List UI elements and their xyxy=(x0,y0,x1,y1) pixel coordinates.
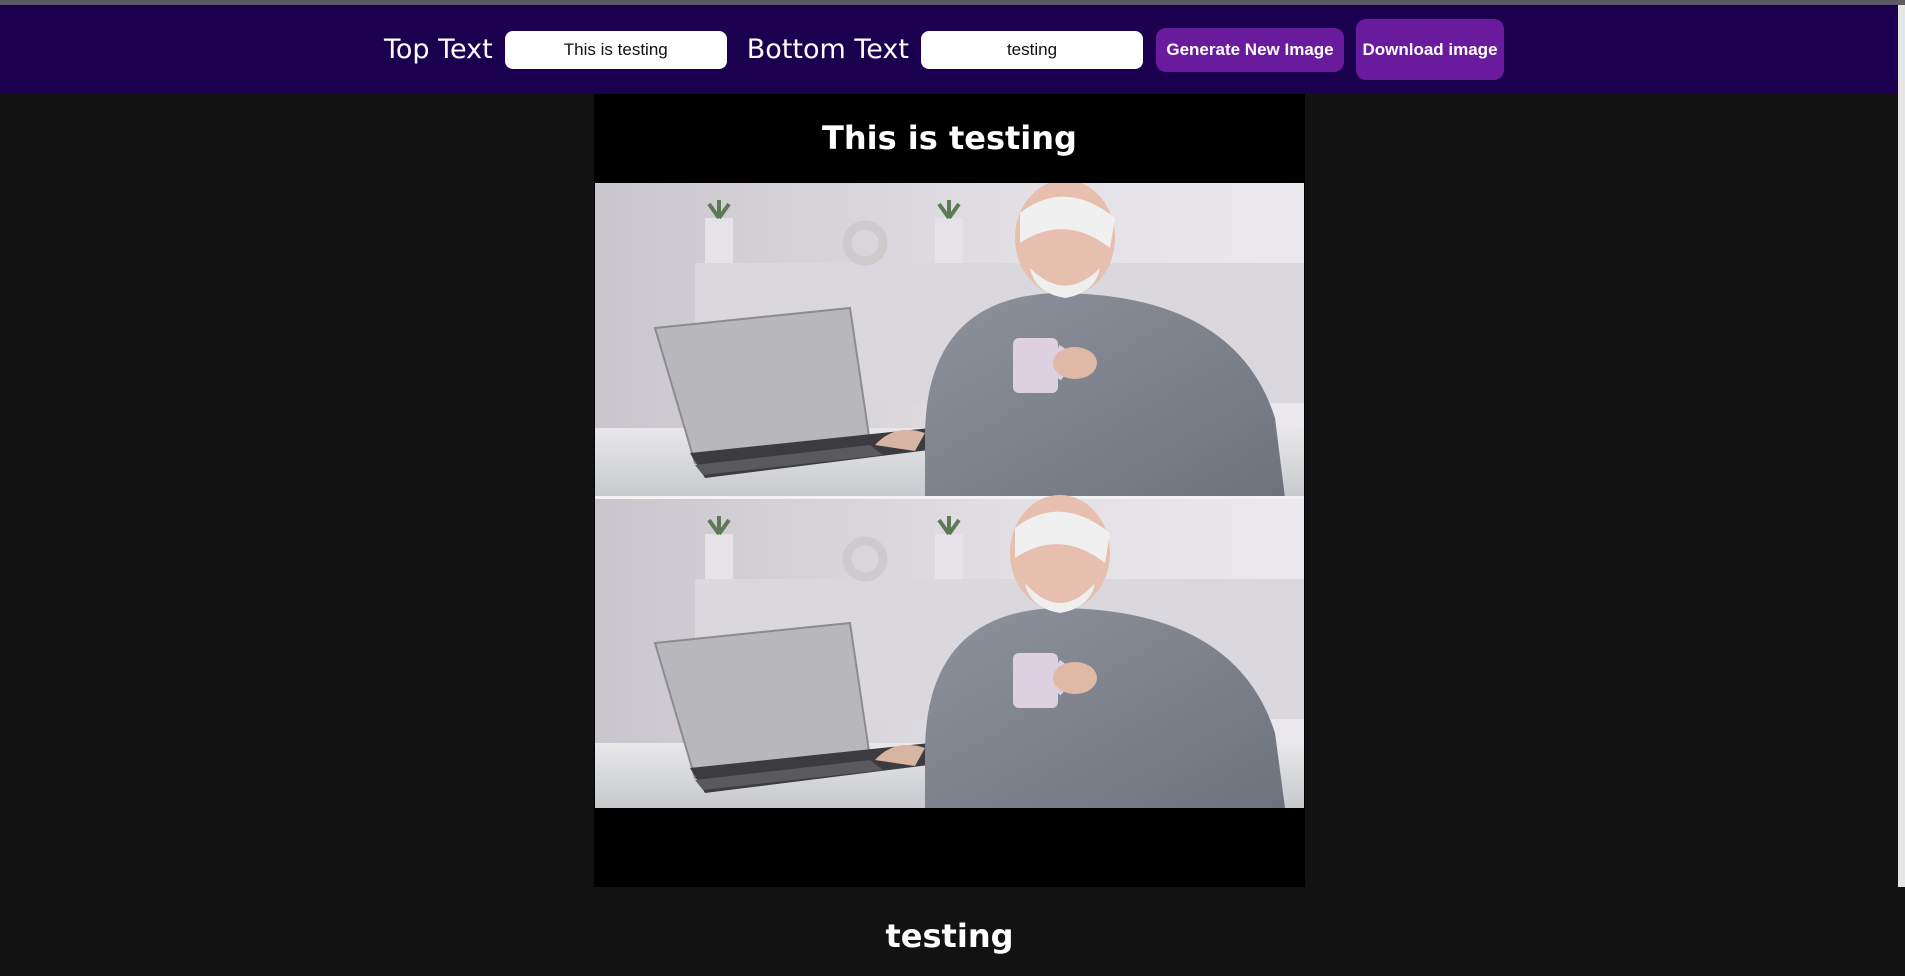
bottom-text-label: Bottom Text xyxy=(746,34,909,65)
meme-top-caption: This is testing xyxy=(822,119,1077,157)
top-text-input[interactable] xyxy=(504,30,727,69)
meme-image-illustration xyxy=(595,183,1304,808)
control-bar: Top Text Bottom Text Generate New Image … xyxy=(0,5,1898,94)
download-image-button[interactable]: Download image xyxy=(1356,19,1504,80)
scrollbar[interactable] xyxy=(1898,5,1905,887)
bottom-text-input[interactable] xyxy=(921,30,1143,69)
panel-two xyxy=(595,495,1304,808)
meme-canvas: This is testing testing xyxy=(594,94,1305,955)
meme-bottom-caption: testing xyxy=(885,917,1014,955)
generate-new-image-button[interactable]: Generate New Image xyxy=(1156,27,1344,72)
top-text-label: Top Text xyxy=(384,34,493,65)
control-group: Top Text Bottom Text Generate New Image … xyxy=(384,19,1504,80)
meme-image xyxy=(595,183,1304,808)
panel-one xyxy=(595,183,1304,498)
